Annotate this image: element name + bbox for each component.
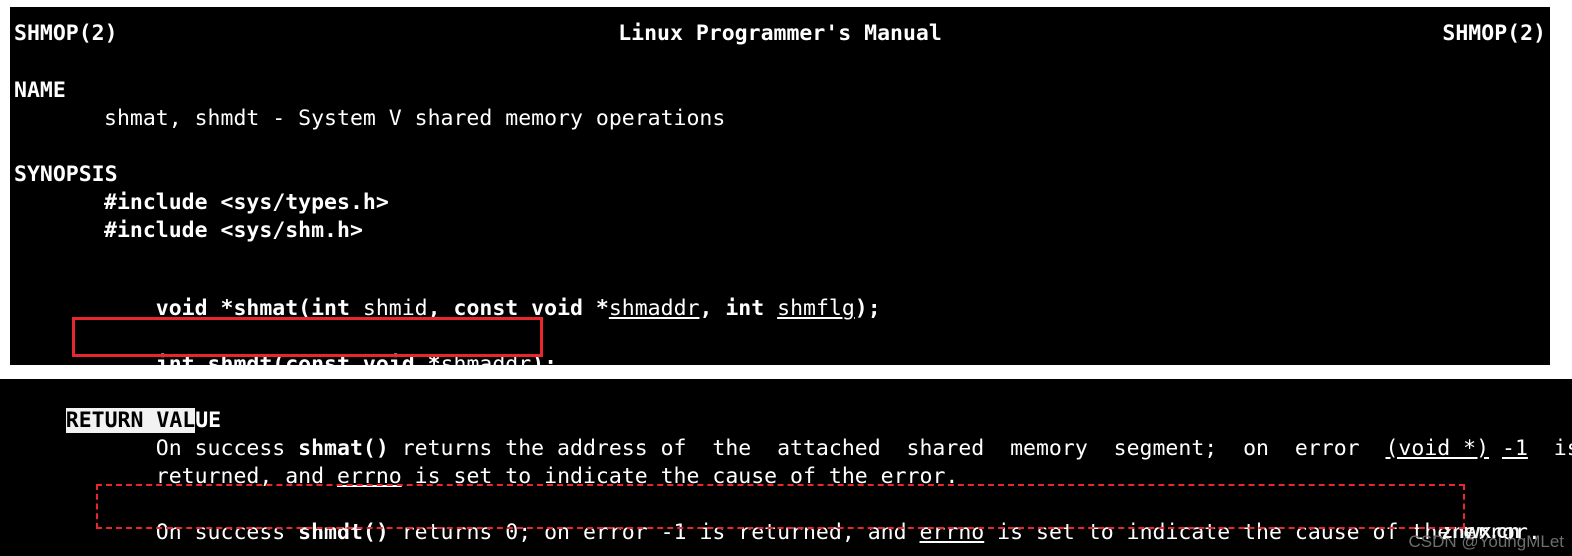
- section-heading-synopsis: SYNOPSIS: [14, 162, 118, 187]
- shmat-return-l2-b: is set to indicate the cause of the erro…: [401, 464, 959, 489]
- shmdt-return-a: On success: [155, 520, 299, 545]
- shmat-return-l1-d: is: [1553, 436, 1572, 461]
- shmat-prototype-post: );: [854, 296, 881, 321]
- manpage-header-title: Linux Programmer's Manual: [618, 21, 942, 46]
- shmat-param-shmid: shmid: [362, 296, 428, 321]
- shmdt-function-ref: shmdt(): [298, 520, 389, 545]
- shmat-prototype-pre: void *shmat(int: [155, 296, 363, 321]
- manpage-header: SHMOP(2) Linux Programmer's Manual SHMOP…: [14, 23, 1546, 45]
- shmat-prototype-mid2: , int: [699, 296, 778, 321]
- manpage-header-right: SHMOP(2): [1442, 21, 1546, 46]
- shmdt-return-line: On success shmdt() returns 0; on error -…: [104, 500, 1541, 556]
- shmat-param-shmflg: shmflg: [777, 296, 855, 321]
- shmat-return-minus-one: -1: [1502, 436, 1528, 461]
- shmat-return-l1-c: [1489, 436, 1502, 461]
- shmdt-prototype-pre: int shmdt(const void *: [155, 352, 441, 366]
- errno-ref-shmat: errno: [337, 464, 402, 489]
- manpage-header-left: SHMOP(2): [14, 21, 118, 46]
- znwx-watermark: znwx.cn: [1442, 521, 1520, 543]
- shmat-return-l2-a: returned, and: [155, 464, 337, 489]
- shmdt-return-b: returns 0; on error -1 is returned, and: [388, 520, 920, 545]
- shmdt-param-shmaddr: shmaddr: [440, 352, 532, 366]
- shmat-prototype-mid1: , const void *: [427, 296, 609, 321]
- name-section-body: shmat, shmdt - System V shared memory op…: [104, 106, 726, 131]
- shmdt-prototype: int shmdt(const void *shmaddr);: [104, 332, 558, 366]
- synopsis-include-shm: #include <sys/shm.h>: [104, 218, 363, 243]
- shmat-return-void-cast: (void *): [1385, 436, 1490, 461]
- synopsis-include-types: #include <sys/types.h>: [104, 190, 389, 215]
- manpage-return-value-panel: RETURN VALUE On success shmat() returns …: [0, 379, 1572, 556]
- errno-ref-shmdt: errno: [919, 520, 985, 545]
- manpage-synopsis-panel: SHMOP(2) Linux Programmer's Manual SHMOP…: [10, 7, 1550, 365]
- shmat-param-shmaddr: shmaddr: [608, 296, 700, 321]
- section-heading-name: NAME: [14, 78, 66, 103]
- shmdt-prototype-post: );: [531, 352, 558, 366]
